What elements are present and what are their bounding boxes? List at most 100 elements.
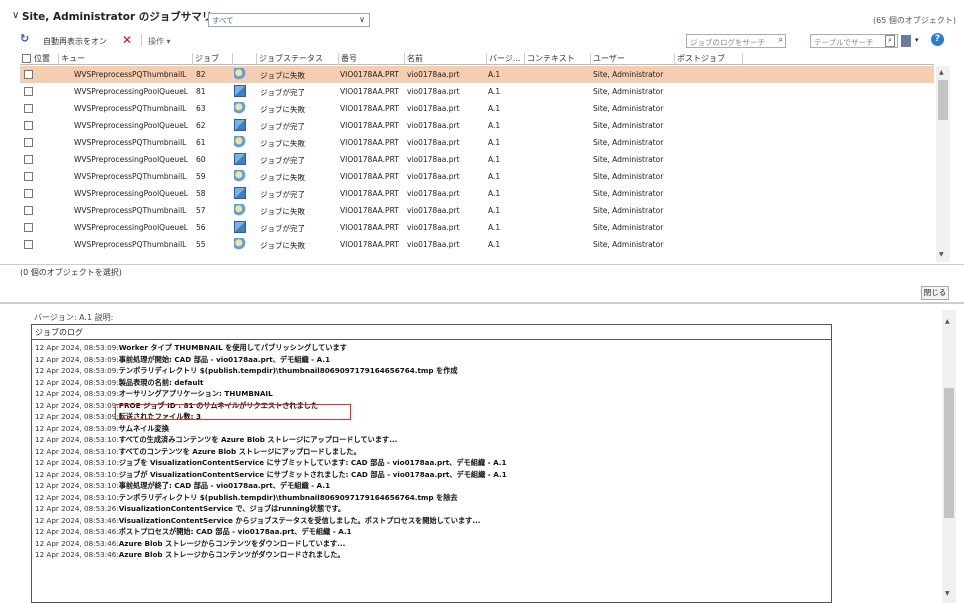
table-row[interactable]: WVSPreprocessPQThumbnailL 82 ジョブに失敗 VIO0178… bbox=[20, 66, 934, 83]
row-checkbox[interactable] bbox=[24, 155, 33, 164]
job-complete-icon bbox=[234, 220, 246, 233]
cell-job: 57 bbox=[196, 206, 206, 215]
cell-job: 61 bbox=[196, 138, 206, 147]
auto-refresh-button[interactable]: 自動再表示をオン bbox=[43, 36, 107, 47]
row-checkbox[interactable] bbox=[24, 87, 33, 96]
table-header: 位置 キュー ジョブ ジョブステータス 番号 名前 バージ... コンテキスト … bbox=[20, 52, 934, 65]
log-message: Azure Blob ストレージからコンテンツがダウンロードされました。 bbox=[118, 550, 345, 559]
cell-version: A.1 bbox=[488, 121, 501, 130]
table-row[interactable]: WVSPreprocessPQThumbnailL 59 ジョブに失敗 VIO0178… bbox=[20, 168, 934, 185]
log-line: 12 Apr 2024, 08:53:09:Worker タイプ THUMBNA… bbox=[35, 343, 347, 353]
log-line: 12 Apr 2024, 08:53:09:事前処理が開始: CAD 部品 - … bbox=[35, 355, 330, 365]
column-header[interactable]: コンテキスト bbox=[524, 53, 590, 65]
column-header[interactable]: 位置 bbox=[32, 53, 58, 65]
close-button[interactable]: 閉じる bbox=[921, 286, 949, 300]
table-row[interactable]: WVSPreprocessingPoolQueueL 60 ジョブが完了 VIO017… bbox=[20, 151, 934, 168]
cell-job: 58 bbox=[196, 189, 206, 198]
log-timestamp: 12 Apr 2024, 08:53:09: bbox=[35, 377, 119, 387]
log-timestamp: 12 Apr 2024, 08:53:09: bbox=[35, 423, 119, 433]
row-checkbox[interactable] bbox=[24, 70, 33, 79]
filter-select[interactable]: すべて ∨ bbox=[208, 13, 370, 27]
log-line: 12 Apr 2024, 08:53:09:テンポラリディレクトリ $(publ… bbox=[35, 366, 458, 376]
row-checkbox[interactable] bbox=[24, 121, 33, 130]
cell-status: ジョブが完了 bbox=[260, 88, 305, 97]
help-icon[interactable]: ? bbox=[931, 33, 944, 46]
cell-queue: WVSPreprocessingPoolQueueL bbox=[74, 155, 188, 164]
details-partial: バージョン: A.1 説明: bbox=[34, 313, 114, 322]
refresh-icon[interactable]: ↻ bbox=[20, 32, 29, 45]
operations-menu[interactable]: 操作 ▾ bbox=[148, 36, 171, 47]
log-message: すべてのコンテンツを Azure Blob ストレージにアップロードしました。 bbox=[118, 446, 361, 456]
chevron-down-icon[interactable]: ▾ bbox=[915, 36, 919, 44]
log-message: ポストプロセスが開始: CAD 部品 - vio0178aa.prt、デモ組織 … bbox=[118, 527, 352, 536]
log-message: 製品表現の名前: default bbox=[118, 377, 204, 387]
log-timestamp: 12 Apr 2024, 08:53:09: bbox=[35, 412, 119, 421]
log-line: 12 Apr 2024, 08:53:10:すべてのコンテンツを Azure B… bbox=[35, 447, 361, 457]
log-message: 事前処理が開始: CAD 部品 - vio0178aa.prt、デモ組織 - A… bbox=[118, 354, 331, 364]
row-checkbox[interactable] bbox=[24, 104, 33, 113]
cell-version: A.1 bbox=[488, 189, 501, 198]
cell-number: VIO0178AA.PRT bbox=[340, 70, 399, 79]
column-header[interactable] bbox=[232, 53, 256, 65]
cell-user: Site, Administrator bbox=[593, 138, 664, 147]
cell-job: 62 bbox=[196, 121, 206, 130]
cell-queue: WVSPreprocessingPoolQueueL bbox=[74, 121, 188, 130]
column-header[interactable]: ユーザー bbox=[590, 53, 674, 65]
table-row[interactable]: WVSPreprocessPQThumbnailL 61 ジョブに失敗 VIO0178… bbox=[20, 134, 934, 151]
delete-icon[interactable]: ✕ bbox=[122, 33, 132, 47]
table-row[interactable]: WVSPreprocessingPoolQueueL 58 ジョブが完了 VIO017… bbox=[20, 185, 934, 202]
log-timestamp: 12 Apr 2024, 08:53:26: bbox=[35, 504, 119, 513]
scroll-down-icon[interactable]: ▼ bbox=[945, 590, 950, 597]
column-header[interactable]: ポストジョブ bbox=[674, 53, 742, 65]
row-checkbox[interactable] bbox=[24, 223, 33, 232]
cell-status: ジョブが完了 bbox=[260, 122, 305, 131]
table-scrollbar-thumb[interactable] bbox=[938, 80, 948, 120]
log-timestamp: 12 Apr 2024, 08:53:46: bbox=[35, 550, 119, 559]
row-checkbox[interactable] bbox=[24, 189, 33, 198]
column-header[interactable]: ジョブ bbox=[192, 53, 232, 65]
search-log-input[interactable]: ジョブのログをサーチ ⌕ bbox=[686, 34, 786, 48]
job-failed-icon bbox=[234, 68, 246, 80]
table-row[interactable]: WVSPreprocessPQThumbnailL 57 ジョブに失敗 VIO0178… bbox=[20, 202, 934, 219]
row-checkbox[interactable] bbox=[24, 206, 33, 215]
row-checkbox[interactable] bbox=[24, 138, 33, 147]
row-checkbox[interactable] bbox=[24, 172, 33, 181]
cell-number: VIO0178AA.PRT bbox=[340, 223, 399, 232]
column-chooser-icon[interactable] bbox=[901, 35, 911, 47]
log-scrollbar-thumb[interactable] bbox=[944, 388, 954, 518]
table-row[interactable]: WVSPreprocessingPoolQueueL 62 ジョブが完了 VIO017… bbox=[20, 117, 934, 134]
table-row[interactable]: WVSPreprocessingPoolQueueL 56 ジョブが完了 VIO017… bbox=[20, 219, 934, 236]
column-header[interactable]: 名前 bbox=[404, 53, 486, 65]
selected-count: (0 個のオブジェクトを選択) bbox=[20, 268, 122, 277]
column-header[interactable]: 番号 bbox=[338, 53, 404, 65]
search-table-input[interactable]: テーブルでサーチ ⌕ bbox=[810, 34, 898, 48]
divider bbox=[0, 264, 964, 265]
table-row[interactable]: WVSPreprocessPQThumbnailL 55 ジョブに失敗 VIO0178… bbox=[20, 236, 934, 253]
log-line: 12 Apr 2024, 08:53:46:Azure Blob ストレージから… bbox=[35, 539, 345, 549]
log-timestamp: 12 Apr 2024, 08:53:10: bbox=[35, 469, 119, 479]
scroll-down-icon[interactable]: ▼ bbox=[939, 251, 944, 258]
table-row[interactable]: WVSPreprocessingPoolQueueL 81 ジョブが完了 VIO017… bbox=[20, 83, 934, 100]
toolbar-divider bbox=[141, 34, 142, 46]
column-header[interactable]: ジョブステータス bbox=[256, 53, 338, 65]
log-message: サムネイル変換 bbox=[118, 423, 169, 433]
cell-queue: WVSPreprocessPQThumbnailL bbox=[74, 172, 187, 181]
row-checkbox[interactable] bbox=[24, 240, 33, 249]
search-icon[interactable]: ⌕ bbox=[885, 35, 895, 47]
column-header[interactable]: バージ... bbox=[486, 53, 524, 65]
search-icon[interactable]: ⌕ bbox=[779, 35, 783, 45]
select-all-checkbox[interactable] bbox=[22, 54, 31, 63]
log-timestamp: 12 Apr 2024, 08:53:46: bbox=[35, 527, 119, 536]
cell-name: vio0178aa.prt bbox=[407, 223, 460, 232]
scroll-up-icon[interactable]: ▲ bbox=[939, 69, 944, 76]
collapse-chevron-icon[interactable]: ∨ bbox=[12, 10, 19, 21]
table-row[interactable]: WVSPreprocessPQThumbnailL 63 ジョブに失敗 VIO0178… bbox=[20, 100, 934, 117]
cell-number: VIO0178AA.PRT bbox=[340, 155, 399, 164]
object-count: (65 個のオブジェクト) bbox=[873, 16, 956, 25]
cell-queue: WVSPreprocessPQThumbnailL bbox=[74, 206, 187, 215]
scroll-up-icon[interactable]: ▲ bbox=[945, 318, 950, 325]
cell-job: 81 bbox=[196, 87, 206, 96]
column-header[interactable]: キュー bbox=[58, 53, 192, 65]
cell-version: A.1 bbox=[488, 223, 501, 232]
log-message: VisualizationContentService で、ジョブはrunnin… bbox=[118, 504, 346, 513]
